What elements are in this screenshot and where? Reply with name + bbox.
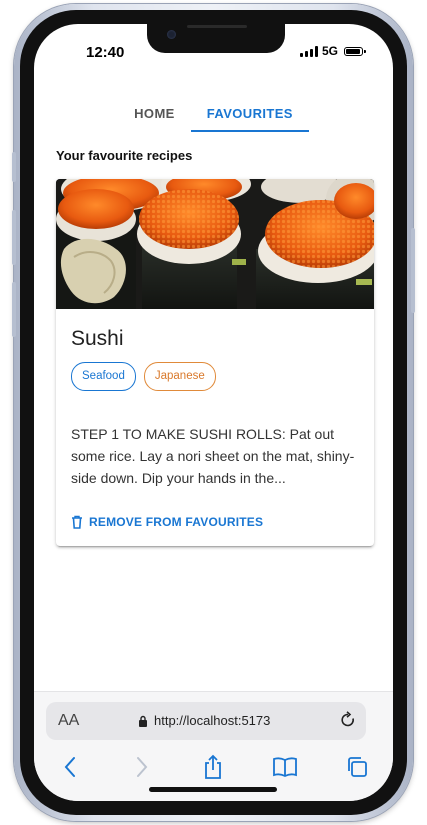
browser-nav [34,752,393,782]
url-text: http://localhost:5173 [154,713,271,728]
front-camera [167,30,176,39]
reload-icon[interactable] [338,710,358,730]
tab-home[interactable]: HOME [118,94,191,130]
tab-favourites[interactable]: FAVOURITES [190,94,309,132]
bookmarks-button[interactable] [272,754,298,780]
share-button[interactable] [200,754,226,780]
back-button[interactable] [57,754,83,780]
recipe-image [56,179,374,309]
phone-screen: 12:40 5G HOME FAVOURITES Your favourite … [34,24,393,801]
tabs-button[interactable] [344,754,370,780]
address-bar[interactable]: AA http://localhost:5173 [46,702,366,740]
battery-icon [344,46,366,56]
volume-down-button [12,282,16,337]
home-indicator[interactable] [149,787,277,792]
url-display[interactable]: http://localhost:5173 [138,713,270,728]
book-icon [273,757,298,778]
recipe-title: Sushi [71,327,124,350]
chevron-left-icon [64,757,75,777]
remove-from-favourites-label: REMOVE FROM FAVOURITES [89,515,264,529]
text-size-button[interactable]: AA [58,712,79,730]
chevron-right-icon [136,757,148,777]
recipe-tags: Seafood Japanese [71,362,216,391]
volume-up-button [12,210,16,265]
signal-icon [299,45,318,57]
recipe-description: STEP 1 TO MAKE SUSHI ROLLS: Pat out some… [71,426,355,486]
earpiece [187,25,247,28]
power-button [411,228,415,313]
trash-icon [72,515,82,529]
recipe-card: Sushi Seafood Japanese STEP 1 TO MAKE SU… [56,179,374,546]
notch [147,24,285,53]
action-button [12,152,16,182]
tag-seafood[interactable]: Seafood [71,362,136,391]
status-time: 12:40 [86,44,125,61]
tag-japanese[interactable]: Japanese [143,362,216,391]
lock-icon [139,715,147,727]
nav-tabs: HOME FAVOURITES [34,94,393,132]
page-title: Your favourite recipes [56,148,193,163]
share-icon [205,754,222,779]
status-indicators: 5G [299,44,366,58]
forward-button[interactable] [129,754,155,780]
browser-toolbar: AA http://localhost:5173 [34,691,393,801]
network-type: 5G [321,44,338,58]
remove-from-favourites-button[interactable]: REMOVE FROM FAVOURITES [66,511,268,533]
tabs-icon [348,757,367,777]
